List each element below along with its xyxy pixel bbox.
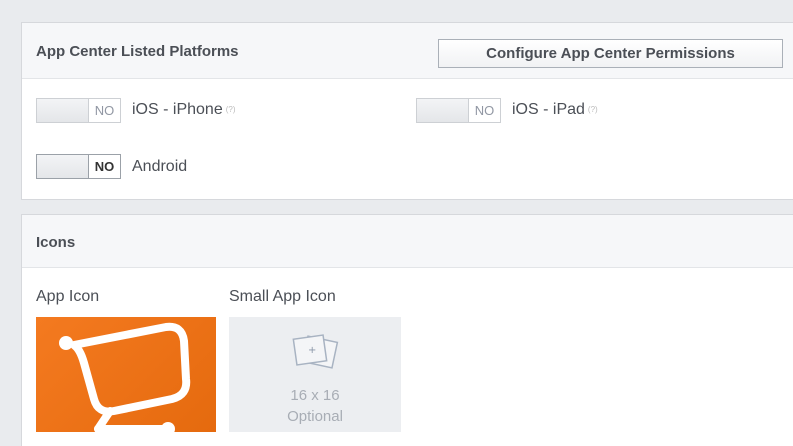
iphone-platform-label: iOS - iPhone (?) — [132, 101, 236, 119]
iphone-help-icon[interactable]: (?) — [226, 105, 236, 114]
android-toggle-state: NO — [88, 155, 120, 178]
iphone-toggle-state: NO — [88, 99, 120, 122]
ipad-label-text: iOS - iPad — [512, 101, 585, 118]
iphone-toggle[interactable]: NO — [36, 98, 121, 123]
iphone-label-text: iOS - iPhone — [132, 101, 223, 118]
svg-text:+: + — [308, 345, 316, 356]
android-label-text: Android — [132, 158, 188, 175]
small-app-icon-label: Small App Icon — [229, 288, 336, 305]
platforms-panel-header: App Center Listed Platforms Configure Ap… — [22, 23, 793, 79]
android-toggle[interactable]: NO — [36, 154, 121, 179]
icons-panel: Icons App Icon Small App Icon + 16 x 16 … — [21, 214, 793, 446]
small-app-icon-upload[interactable]: + 16 x 16 Optional — [229, 317, 401, 432]
configure-app-center-permissions-button[interactable]: Configure App Center Permissions — [438, 39, 783, 68]
app-center-platforms-panel: App Center Listed Platforms Configure Ap… — [21, 22, 793, 200]
ipad-platform-label: iOS - iPad (?) — [512, 101, 598, 119]
android-platform-label: Android — [132, 158, 187, 176]
icons-panel-title: Icons — [36, 234, 76, 251]
ipad-help-icon[interactable]: (?) — [588, 105, 598, 114]
small-icon-optional-text: Optional — [287, 408, 343, 425]
ipad-toggle[interactable]: NO — [416, 98, 501, 123]
app-icon-upload[interactable] — [36, 317, 216, 436]
icons-panel-header: Icons — [22, 215, 793, 268]
app-center-logo-icon — [59, 322, 191, 436]
platforms-panel-title: App Center Listed Platforms — [36, 43, 239, 60]
ipad-toggle-state: NO — [468, 99, 500, 122]
image-placeholder-icon: + — [292, 334, 339, 369]
app-icon-label: App Icon — [36, 288, 100, 305]
small-icon-size-text: 16 x 16 — [290, 387, 340, 404]
